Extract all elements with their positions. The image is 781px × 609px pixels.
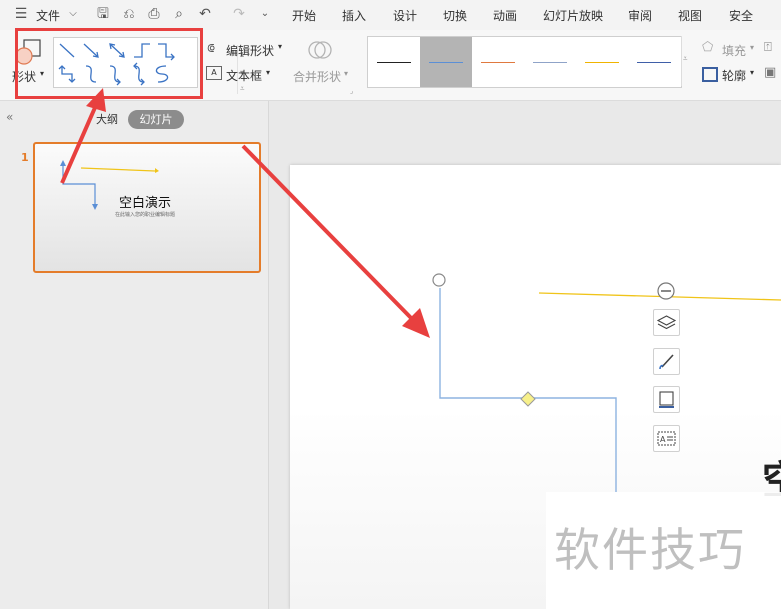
- annotation-arrows: [60, 88, 430, 338]
